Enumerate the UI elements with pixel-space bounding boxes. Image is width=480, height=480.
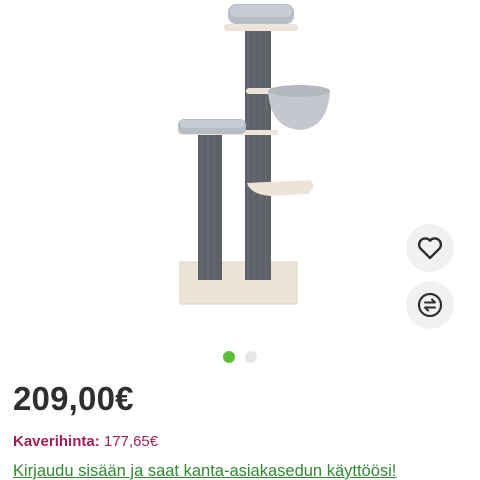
gallery-dot-1[interactable] xyxy=(223,351,235,363)
compare-button[interactable] xyxy=(406,281,454,329)
product-gallery[interactable] xyxy=(0,0,480,340)
friend-price-label: Kaverihinta: xyxy=(13,433,100,450)
friend-price: Kaverihinta: 177,65€ xyxy=(13,433,158,450)
login-link[interactable]: Kirjaudu sisään ja saat kanta-asiakasedu… xyxy=(13,462,396,480)
cat-tree-product-image xyxy=(178,4,330,305)
gallery-pagination xyxy=(0,351,480,363)
product-price: 209,00€ xyxy=(13,380,134,417)
friend-price-value: 177,65€ xyxy=(103,433,159,450)
gallery-dot-2[interactable] xyxy=(245,351,257,363)
compare-arrows-icon xyxy=(417,292,443,318)
heart-icon xyxy=(417,237,443,260)
favorite-button[interactable] xyxy=(406,224,454,272)
